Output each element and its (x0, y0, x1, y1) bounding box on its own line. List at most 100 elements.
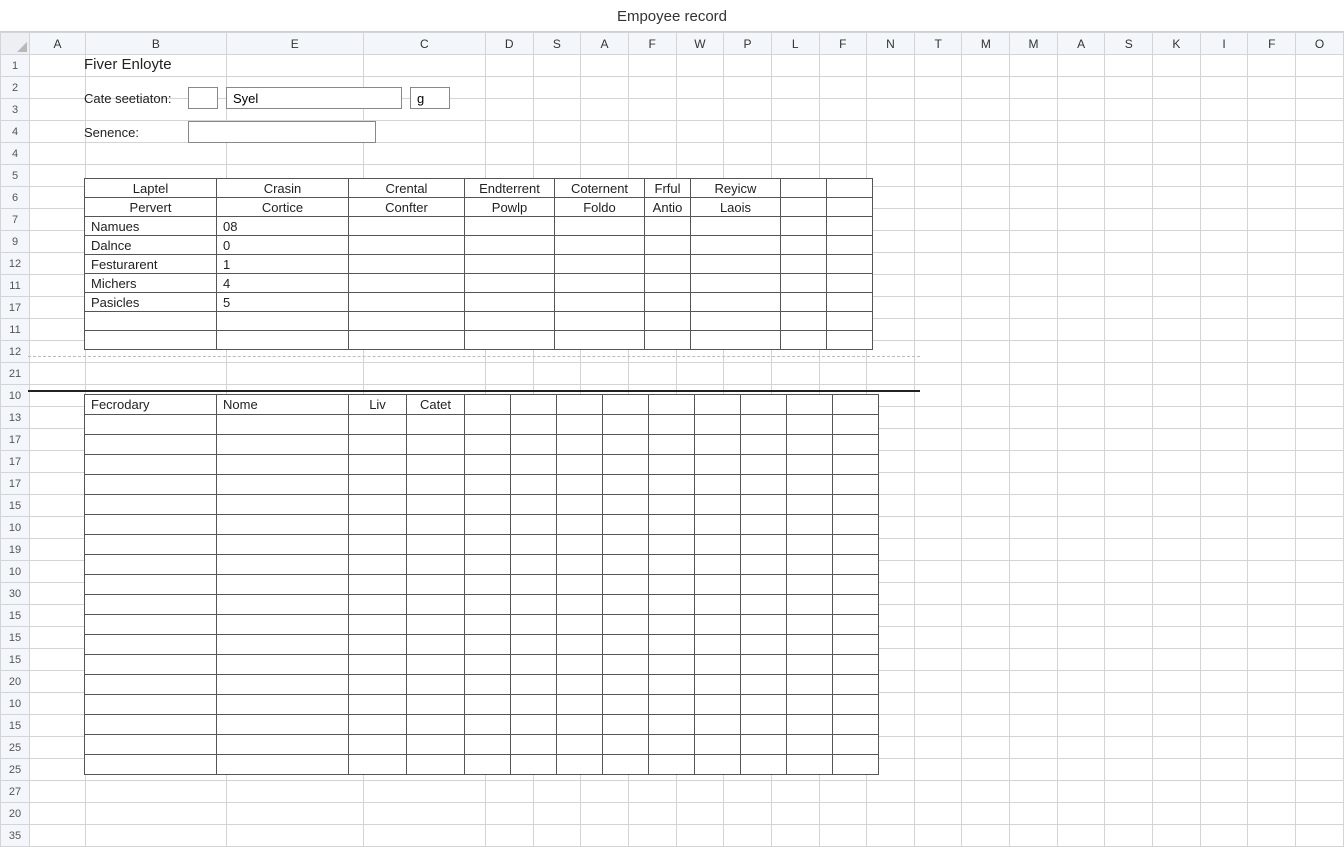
t1-subheader[interactable] (827, 198, 873, 217)
cell[interactable] (1248, 627, 1296, 649)
t2-cell[interactable] (511, 555, 557, 575)
t2-cell[interactable] (649, 675, 695, 695)
t2-cell[interactable] (85, 575, 217, 595)
t1-cell[interactable] (465, 293, 555, 312)
cell[interactable] (1153, 319, 1201, 341)
cell[interactable] (1248, 319, 1296, 341)
cell[interactable] (1010, 319, 1058, 341)
t2-cell[interactable] (557, 735, 603, 755)
cell[interactable] (1057, 121, 1105, 143)
t1-cell[interactable] (555, 274, 645, 293)
cell[interactable] (676, 781, 724, 803)
cell[interactable] (1057, 737, 1105, 759)
t2-cell[interactable] (741, 675, 787, 695)
cell[interactable] (1200, 495, 1248, 517)
select-all-corner[interactable] (1, 33, 30, 55)
cell[interactable] (628, 363, 676, 385)
t1-cell[interactable] (349, 217, 465, 236)
t1-cell[interactable] (85, 331, 217, 350)
col-header-2[interactable]: E (226, 33, 363, 55)
cell[interactable] (962, 473, 1010, 495)
t2-cell[interactable] (349, 475, 407, 495)
cell[interactable] (1248, 297, 1296, 319)
cell[interactable] (962, 429, 1010, 451)
cell[interactable] (676, 121, 724, 143)
cell[interactable] (1248, 715, 1296, 737)
cell[interactable] (1248, 187, 1296, 209)
cell[interactable] (1200, 803, 1248, 825)
col-header-5[interactable]: S (533, 33, 581, 55)
t1-cell[interactable] (781, 331, 827, 350)
cell[interactable] (962, 209, 1010, 231)
t2-cell[interactable] (85, 695, 217, 715)
t1-cell[interactable] (691, 255, 781, 274)
cell[interactable] (1296, 429, 1344, 451)
cell[interactable] (1296, 671, 1344, 693)
cell[interactable] (1200, 275, 1248, 297)
t1-cell[interactable] (465, 217, 555, 236)
cell[interactable] (1105, 209, 1153, 231)
t2-cell[interactable] (833, 675, 879, 695)
row-header[interactable]: 35 (1, 825, 30, 847)
cell[interactable] (1057, 187, 1105, 209)
t1-cell[interactable] (827, 236, 873, 255)
t2-cell[interactable] (217, 715, 349, 735)
cell[interactable] (1296, 363, 1344, 385)
t2-header[interactable] (695, 395, 741, 415)
row-header[interactable]: 12 (1, 253, 30, 275)
cell[interactable] (1153, 143, 1201, 165)
t2-cell[interactable] (349, 535, 407, 555)
cell[interactable] (962, 649, 1010, 671)
t2-cell[interactable] (695, 555, 741, 575)
cell[interactable] (1057, 561, 1105, 583)
t2-cell[interactable] (407, 575, 465, 595)
cell[interactable] (962, 759, 1010, 781)
t2-cell[interactable] (741, 495, 787, 515)
cell[interactable] (1010, 275, 1058, 297)
cell[interactable] (1057, 715, 1105, 737)
cell[interactable] (1057, 319, 1105, 341)
t1-cell[interactable] (691, 274, 781, 293)
t2-cell[interactable] (407, 455, 465, 475)
cell[interactable] (1057, 539, 1105, 561)
t2-cell[interactable] (603, 595, 649, 615)
cell[interactable] (1105, 825, 1153, 847)
cell[interactable] (962, 165, 1010, 187)
t2-cell[interactable] (649, 535, 695, 555)
cell[interactable] (30, 319, 86, 341)
cell[interactable] (30, 121, 86, 143)
t1-cell[interactable] (691, 331, 781, 350)
row-header[interactable]: 10 (1, 693, 30, 715)
t2-cell[interactable] (557, 755, 603, 775)
t1-cell[interactable] (781, 293, 827, 312)
cell[interactable] (914, 737, 962, 759)
cell[interactable] (1105, 759, 1153, 781)
cell[interactable] (914, 341, 962, 363)
t2-cell[interactable] (465, 755, 511, 775)
cell[interactable] (1200, 209, 1248, 231)
t2-cell[interactable] (349, 555, 407, 575)
cell[interactable] (819, 121, 867, 143)
cell[interactable] (485, 363, 533, 385)
t2-cell[interactable] (349, 515, 407, 535)
t2-cell[interactable] (833, 755, 879, 775)
cell[interactable] (771, 803, 819, 825)
t2-cell[interactable] (511, 415, 557, 435)
t1-cell[interactable] (691, 293, 781, 312)
row-header[interactable]: 20 (1, 671, 30, 693)
cell[interactable] (1296, 231, 1344, 253)
cell[interactable] (1200, 429, 1248, 451)
row-header[interactable]: 1 (1, 55, 30, 77)
cell[interactable] (1105, 671, 1153, 693)
cell[interactable] (1105, 605, 1153, 627)
t2-cell[interactable] (465, 575, 511, 595)
cell[interactable] (1153, 495, 1201, 517)
cell[interactable] (581, 803, 629, 825)
t1-cell[interactable] (645, 312, 691, 331)
cell[interactable] (1296, 649, 1344, 671)
cell[interactable] (1200, 539, 1248, 561)
t2-cell[interactable] (407, 655, 465, 675)
cell[interactable] (1105, 781, 1153, 803)
cell[interactable] (85, 825, 226, 847)
t2-cell[interactable] (649, 515, 695, 535)
